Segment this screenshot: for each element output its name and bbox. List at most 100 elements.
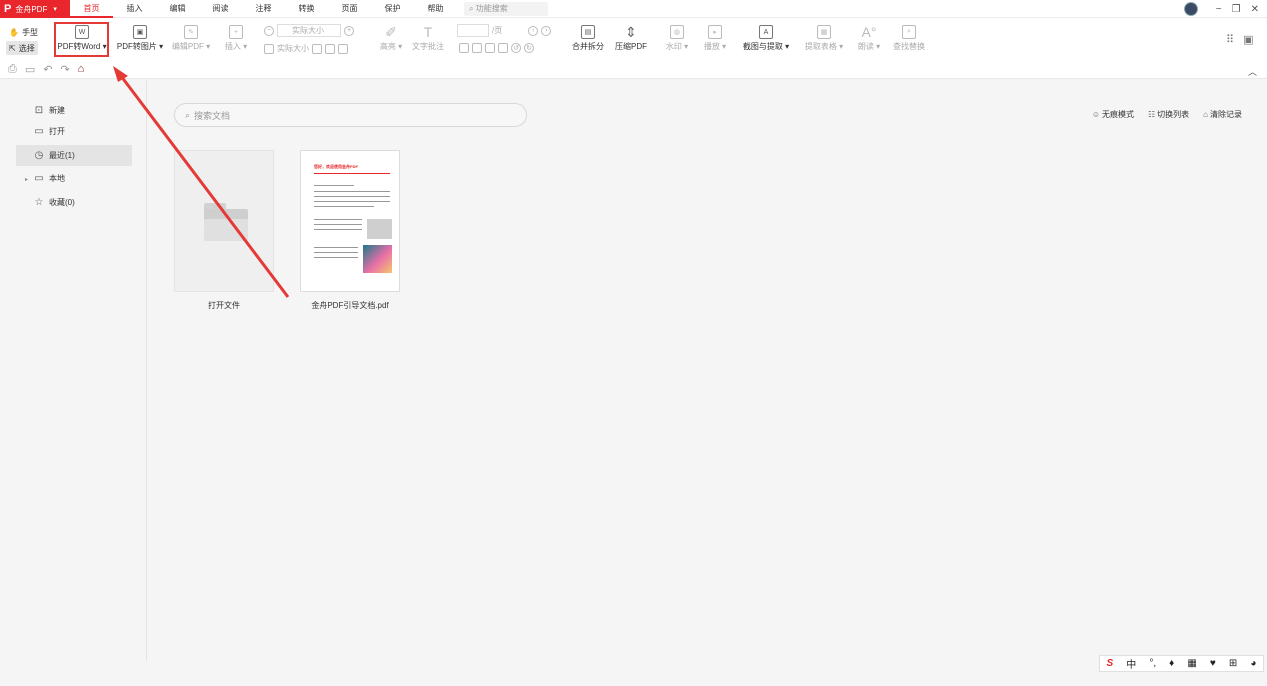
- microphone-icon[interactable]: ♦: [1169, 658, 1174, 669]
- open-file-card[interactable]: [174, 150, 274, 292]
- two-page-icon[interactable]: [472, 43, 482, 53]
- edit-icon: ✎: [184, 25, 198, 39]
- text-icon: T: [423, 24, 433, 40]
- zoom-out-icon[interactable]: −: [264, 25, 274, 36]
- play-button[interactable]: ▸ 播放 ▾: [702, 23, 728, 52]
- document-thumbnail[interactable]: 您好，欢迎使用金舟PDF: [300, 150, 400, 292]
- watermark-button[interactable]: ◍ 水印 ▾: [664, 23, 690, 52]
- tab-protect[interactable]: 保护: [371, 0, 414, 18]
- actual-size-label[interactable]: 实际大小: [277, 43, 309, 54]
- app-name: 金舟PDF: [15, 4, 48, 14]
- ime-mode[interactable]: 中: [1126, 656, 1136, 671]
- document-search-input[interactable]: ⌕ 搜索文档: [174, 103, 527, 127]
- doc-text-line: [314, 229, 362, 230]
- close-icon[interactable]: ✕: [1251, 4, 1259, 15]
- incognito-mode-button[interactable]: ☺ 无痕模式: [1092, 109, 1134, 120]
- screenshot-extract-button[interactable]: A 截图与提取 ▾: [740, 23, 792, 52]
- minimize-icon[interactable]: −: [1216, 4, 1222, 15]
- sidebar-item-new[interactable]: ⊡ 新建: [16, 100, 132, 121]
- window-controls: − ❐ ✕: [1183, 0, 1259, 18]
- highlight-button[interactable]: ✐ 高亮 ▾: [378, 23, 404, 52]
- qr-code-icon[interactable]: ▣: [1243, 33, 1253, 46]
- sogou-logo-icon[interactable]: S: [1107, 658, 1114, 669]
- insert-button[interactable]: + 插入 ▾: [222, 23, 250, 52]
- pdf-to-image-button[interactable]: ▣ PDF转图片 ▾: [116, 23, 164, 52]
- sidebar: ⊡ 新建 ▭ 打开 ◷ 最近(1) ▸ ▭ 本地 ☆ 收藏(0): [0, 79, 147, 661]
- mascot-icon[interactable]: ◕: [1250, 658, 1256, 669]
- incognito-label: 无痕模式: [1101, 110, 1134, 119]
- tab-home[interactable]: 首页: [70, 0, 113, 18]
- fit-width-icon[interactable]: [325, 43, 335, 54]
- actual-size-icon[interactable]: [264, 43, 274, 54]
- more-dots-icon[interactable]: ⠿: [1226, 33, 1234, 46]
- extract-table-button[interactable]: ▦ 提取表格 ▾: [802, 23, 846, 52]
- keyboard-icon[interactable]: ▦: [1187, 658, 1196, 669]
- tab-page[interactable]: 页面: [328, 0, 371, 18]
- switch-list-label: 切换列表: [1157, 110, 1190, 119]
- fit-height-icon[interactable]: [338, 43, 348, 54]
- redo-icon[interactable]: ↷: [60, 63, 69, 76]
- sidebar-item-open[interactable]: ▭ 打开: [16, 121, 132, 142]
- save-icon[interactable]: ▭: [25, 63, 35, 76]
- sidebar-item-recent[interactable]: ◷ 最近(1): [16, 145, 132, 166]
- tab-insert[interactable]: 插入: [113, 0, 156, 18]
- chevron-down-icon: ▾: [53, 6, 57, 13]
- print-icon[interactable]: ⎙: [8, 63, 17, 76]
- select-tool-button[interactable]: ⇱ 选择: [6, 41, 38, 55]
- collapse-ribbon-icon[interactable]: ︿: [1248, 65, 1257, 78]
- avatar[interactable]: [1183, 2, 1198, 16]
- book-view-icon[interactable]: [485, 43, 495, 53]
- document-name[interactable]: 金舟PDF引导文档.pdf: [292, 300, 408, 311]
- punctuation-icon[interactable]: °,: [1149, 658, 1156, 669]
- tab-read[interactable]: 阅读: [199, 0, 242, 18]
- speaker-icon: A°: [861, 24, 877, 40]
- sidebar-item-favorites[interactable]: ☆ 收藏(0): [16, 192, 132, 213]
- doc-text-line: [314, 191, 390, 192]
- tab-help[interactable]: 帮助: [414, 0, 457, 18]
- insert-icon: +: [229, 25, 243, 39]
- read-aloud-button[interactable]: A° 朗读 ▾: [856, 23, 882, 52]
- rotate-left-icon[interactable]: ↺: [511, 43, 521, 53]
- undo-icon[interactable]: ↶: [43, 63, 52, 76]
- switch-list-button[interactable]: ☷ 切换列表: [1148, 109, 1189, 120]
- grid-menu-icon[interactable]: ⊞: [1229, 658, 1237, 669]
- hand-icon: ✋: [9, 27, 19, 37]
- open-file-label[interactable]: 打开文件: [174, 300, 274, 311]
- clear-history-button[interactable]: ⌂ 清除记录: [1203, 109, 1242, 120]
- skin-icon[interactable]: ♥: [1210, 658, 1216, 669]
- zoom-select[interactable]: 实际大小: [277, 24, 341, 37]
- tab-edit[interactable]: 编辑: [156, 0, 199, 18]
- single-page-icon[interactable]: [459, 43, 469, 53]
- sidebar-item-local[interactable]: ▭ 本地: [16, 168, 132, 189]
- prev-page-icon[interactable]: ‹: [528, 25, 539, 36]
- next-page-icon[interactable]: ›: [541, 25, 552, 36]
- doc-text-line: [314, 247, 358, 248]
- feature-search-placeholder: 功能搜索: [475, 4, 508, 13]
- compress-pdf-button[interactable]: ⇕ 压缩PDF: [614, 23, 648, 52]
- home-icon[interactable]: ⌂: [78, 63, 85, 76]
- rotate-right-icon[interactable]: ↻: [524, 43, 534, 53]
- tab-annotate[interactable]: 注释: [242, 0, 285, 18]
- doc-text-line: [314, 257, 358, 258]
- app-menu-button[interactable]: P 金舟PDF ▾: [0, 0, 70, 18]
- doc-preview-rule: [314, 173, 390, 174]
- fit-page-icon[interactable]: [312, 43, 322, 54]
- zoom-in-icon[interactable]: +: [344, 25, 354, 36]
- merge-split-button[interactable]: ▤ 合并拆分: [570, 23, 606, 52]
- app-logo-icon: P: [4, 3, 12, 15]
- page-number-input[interactable]: [457, 24, 489, 37]
- search-icon: ⌕: [469, 4, 474, 13]
- tab-convert[interactable]: 转换: [285, 0, 328, 18]
- find-replace-button[interactable]: ⌕ 查找替换: [890, 23, 928, 52]
- merge-icon: ▤: [581, 25, 595, 39]
- hand-tool-label: 手型: [21, 27, 38, 37]
- text-comment-button[interactable]: T 文字批注: [410, 23, 446, 52]
- hand-tool-button[interactable]: ✋ 手型: [6, 25, 41, 39]
- annotation-highlight-box: [54, 22, 109, 57]
- restore-icon[interactable]: ❐: [1232, 4, 1241, 15]
- feature-search-input[interactable]: ⌕ 功能搜索: [464, 2, 548, 16]
- extract-table-label: 提取表格: [804, 42, 837, 51]
- continuous-icon[interactable]: [498, 43, 508, 53]
- ribbon-toolbar: ✋ 手型 ⇱ 选择 W PDF转Word ▾ ▣ PDF转图片 ▾ ✎ 编辑PD…: [0, 19, 1267, 59]
- edit-pdf-button[interactable]: ✎ 编辑PDF ▾: [170, 23, 212, 52]
